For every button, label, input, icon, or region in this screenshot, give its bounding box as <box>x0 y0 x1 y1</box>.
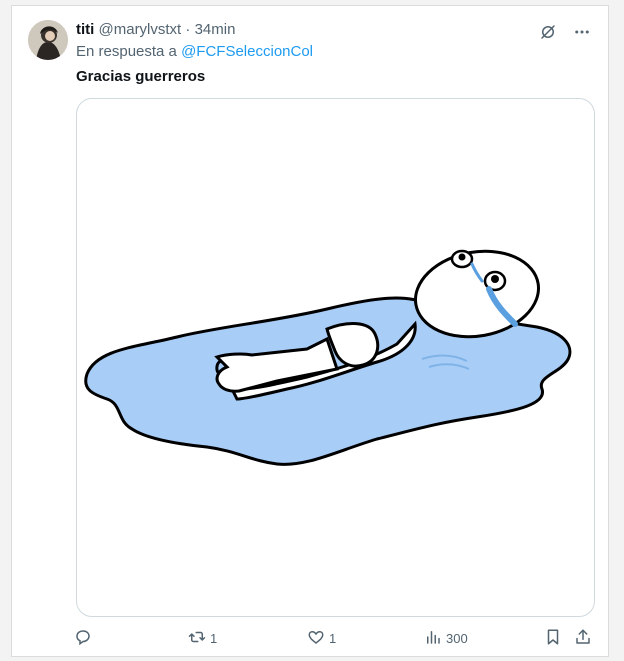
share-icon <box>574 628 592 649</box>
grok-icon[interactable] <box>536 20 560 44</box>
more-icon[interactable] <box>570 20 594 44</box>
reply-mention-link[interactable]: @FCFSeleccionCol <box>181 43 313 60</box>
retweet-button[interactable]: 1 <box>188 628 217 649</box>
tweet-header: titi @marylvstxt · 34min <box>76 20 548 40</box>
views-icon <box>424 628 442 649</box>
views-button[interactable]: 300 <box>424 628 468 649</box>
crying-meme-illustration <box>84 249 572 466</box>
retweet-icon <box>188 628 206 649</box>
separator: · <box>185 21 191 38</box>
like-count: 1 <box>329 630 337 646</box>
top-icons <box>536 20 594 44</box>
tweet-actions: 1 1 300 <box>74 626 602 650</box>
reply-icon <box>74 628 92 649</box>
reply-prefix: En respuesta a <box>76 43 177 60</box>
author-name[interactable]: titi <box>76 21 94 38</box>
like-button[interactable]: 1 <box>307 628 336 649</box>
bookmark-button[interactable] <box>544 628 562 649</box>
reply-context: En respuesta a @FCFSeleccionCol <box>76 42 313 62</box>
timestamp[interactable]: 34min <box>195 21 236 38</box>
like-icon <box>307 628 325 649</box>
retweet-count: 1 <box>210 630 218 646</box>
bookmark-icon <box>544 628 562 649</box>
media-image[interactable] <box>76 98 595 617</box>
tweet-text: Gracias guerreros <box>76 68 206 85</box>
views-count: 300 <box>446 630 468 646</box>
tweet-card[interactable]: titi @marylvstxt · 34min En respuesta a … <box>11 5 609 657</box>
share-button[interactable] <box>574 628 592 649</box>
avatar-image <box>28 20 68 60</box>
avatar[interactable] <box>28 20 68 60</box>
reply-button[interactable] <box>74 628 92 649</box>
author-handle[interactable]: @marylvstxt <box>99 21 182 38</box>
